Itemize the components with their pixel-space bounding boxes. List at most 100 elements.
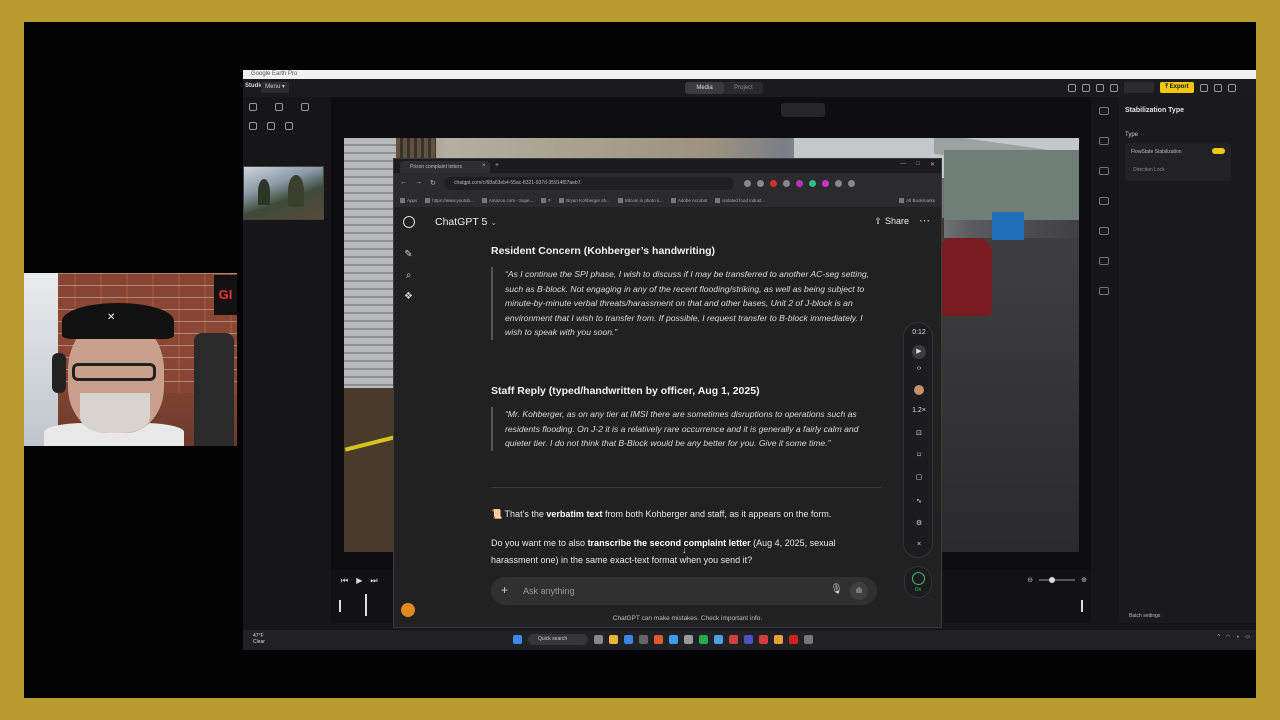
effects-tab-icon[interactable] [1099, 167, 1109, 175]
browser-tab[interactable]: Prison complaint letters [400, 161, 490, 173]
bookmark-item[interactable]: Apps [400, 195, 417, 207]
extension-icon[interactable] [822, 180, 829, 187]
settings-icon[interactable]: ⚙ [904, 519, 934, 527]
tab-media[interactable]: Media [685, 82, 724, 94]
prompt-input[interactable]: + Ask anything 🎙 ılı [491, 577, 877, 605]
edge-icon[interactable] [624, 635, 633, 644]
scroll-down-icon[interactable]: ↓ [682, 545, 687, 555]
model-selector[interactable]: ChatGPT 5 ⌄ [435, 216, 497, 228]
preview-toolbar[interactable] [781, 103, 825, 117]
maximize-icon[interactable] [1214, 83, 1222, 92]
color-tab-icon[interactable] [1099, 257, 1109, 265]
audio-tab-icon[interactable] [1099, 137, 1109, 145]
app-icon[interactable] [714, 635, 723, 644]
upgrade-button[interactable] [1124, 82, 1154, 93]
chrome-icon[interactable] [774, 635, 783, 644]
tray-chevron-icon[interactable]: ^ [1218, 634, 1220, 640]
bookmark-item[interactable]: Adobe Acrobat [671, 195, 708, 207]
extension-icon[interactable] [783, 180, 790, 187]
microphone-icon[interactable]: 🎙 [830, 584, 843, 595]
reload-icon[interactable]: ↻ [430, 179, 436, 187]
new-tab-icon[interactable]: + [495, 162, 499, 169]
batch-settings-button[interactable]: Batch settings [1129, 613, 1160, 619]
taskbar-search[interactable]: Quick search [528, 634, 588, 645]
playback-speed[interactable]: 1.2× [904, 407, 934, 414]
app-icon[interactable] [684, 635, 693, 644]
app-icon[interactable] [729, 635, 738, 644]
minimize-icon[interactable] [1200, 83, 1208, 92]
app-icon[interactable] [654, 635, 663, 644]
info-tab-icon[interactable] [1099, 287, 1109, 295]
app-icon[interactable] [804, 635, 813, 644]
search-icon[interactable]: ⌕ [403, 270, 414, 281]
all-bookmarks[interactable]: All Bookmarks [899, 195, 935, 207]
folder-icon[interactable] [301, 103, 309, 111]
close-icon[interactable] [1228, 83, 1236, 92]
zoom-icon[interactable] [744, 180, 751, 187]
bookmark-star-icon[interactable] [757, 180, 764, 187]
minimize-icon[interactable]: — [900, 161, 906, 168]
play-icon[interactable]: ▶ [912, 345, 926, 359]
bookmark-item[interactable]: isolated food indust... [715, 195, 765, 207]
speed-tab-icon[interactable] [1099, 197, 1109, 205]
record-icon[interactable] [275, 103, 283, 111]
zoom-in-icon[interactable]: ⊕ [1081, 576, 1087, 584]
bookmark-item[interactable]: F [541, 195, 551, 207]
screenshot-icon[interactable]: ⊡ [904, 429, 934, 437]
volume-icon[interactable]: ◖ [1236, 634, 1239, 640]
import-icon[interactable] [249, 103, 257, 111]
account-icon[interactable] [1110, 83, 1118, 92]
save-icon[interactable] [1082, 83, 1090, 92]
grid-view-icon[interactable] [249, 122, 257, 130]
back-icon[interactable]: ← [400, 179, 407, 187]
app-icon[interactable] [699, 635, 708, 644]
flowstate-option[interactable]: FlowState Stabilization [1131, 149, 1182, 155]
caption-icon[interactable]: ▢ [904, 473, 934, 481]
bookmark-item[interactable]: Bitcoin in photo s... [618, 195, 663, 207]
voice-mode-icon[interactable]: ılı [850, 582, 868, 600]
layout-icon[interactable] [1068, 83, 1076, 92]
bookmark-item[interactable]: Amazon.com - Supe... [482, 195, 534, 207]
tab-project[interactable]: Project [724, 82, 763, 94]
acrobat-icon[interactable] [789, 635, 798, 644]
app-icon[interactable] [669, 635, 678, 644]
network-icon[interactable]: ◠ [1226, 634, 1230, 640]
battery-icon[interactable]: ▭ [1245, 634, 1250, 640]
list-view-icon[interactable] [267, 122, 275, 130]
zoom-slider[interactable] [1039, 577, 1076, 583]
start-icon[interactable] [513, 635, 522, 644]
openai-logo-icon[interactable] [403, 216, 415, 228]
new-chat-icon[interactable]: ✎ [403, 249, 414, 260]
more-options-icon[interactable]: ⋯ [919, 214, 931, 227]
task-view-icon[interactable] [594, 635, 603, 644]
direction-lock-option[interactable]: Direction Lock [1133, 167, 1165, 173]
next-frame-icon[interactable]: ⏭ [370, 576, 377, 586]
waveform-icon[interactable]: ∿ [904, 497, 934, 505]
previous-frame-icon[interactable]: ⏮ [341, 576, 348, 586]
app-icon[interactable] [744, 635, 753, 644]
bookmark-item[interactable]: Bryan Kohberger sh... [559, 195, 610, 207]
export-button[interactable]: ⤒ Export [1160, 82, 1194, 93]
video-tab-icon[interactable] [1099, 107, 1109, 115]
app-icon[interactable] [639, 635, 648, 644]
weather-widget[interactable]: 47°F Clear [253, 633, 265, 645]
app-icon[interactable] [759, 635, 768, 644]
flowstate-toggle[interactable] [1212, 148, 1225, 154]
extension-icon[interactable] [809, 180, 816, 187]
library-icon[interactable]: ❖ [403, 291, 414, 302]
bookmark-icon[interactable]: ⌑ [904, 451, 934, 459]
sort-icon[interactable] [285, 122, 293, 130]
close-icon[interactable]: × [904, 541, 934, 548]
play-icon[interactable]: ▶ [356, 576, 362, 586]
ai-tab-icon[interactable] [1099, 227, 1109, 235]
settings-icon[interactable] [1096, 83, 1104, 92]
read-aloud-launcher[interactable]: On [904, 566, 932, 598]
zoom-out-icon[interactable]: ⊖ [1027, 576, 1033, 584]
media-thumbnail[interactable] [243, 166, 324, 220]
attach-icon[interactable]: + [501, 583, 508, 597]
profile-icon[interactable] [835, 180, 842, 187]
share-button[interactable]: ⇪ Share [874, 216, 909, 227]
extension-icon[interactable] [770, 180, 777, 187]
menu-button[interactable]: Menu ▾ [261, 82, 289, 93]
voice-avatar[interactable] [914, 385, 924, 395]
